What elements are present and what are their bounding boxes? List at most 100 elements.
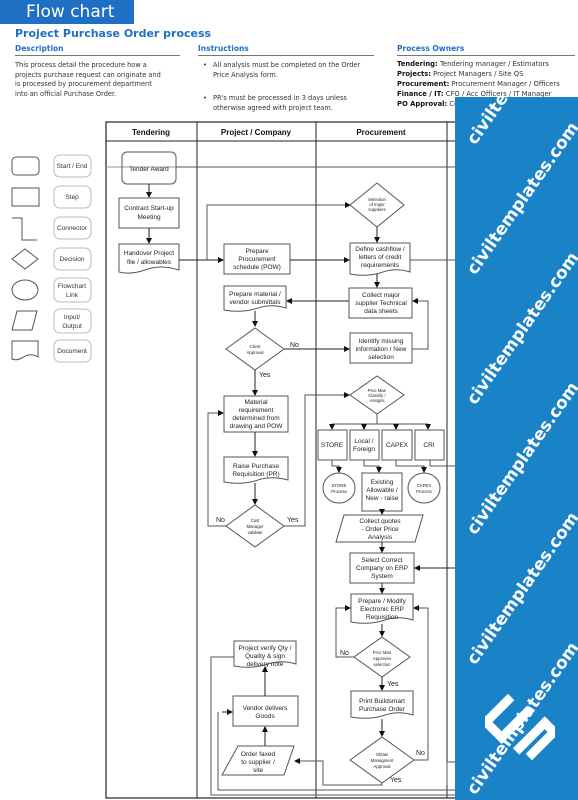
civiltemplates-logo-icon (485, 693, 555, 761)
node-label: Assigns (369, 398, 384, 403)
node-label: - Order Price (361, 526, 399, 533)
node-label: Analysis (368, 534, 393, 541)
node-label: schedule (POW) (233, 264, 281, 271)
node-label: Obtain (376, 752, 389, 757)
node-label: validate (248, 530, 263, 535)
node-label: letters of credit (359, 254, 402, 261)
node-label: Approves (373, 656, 391, 661)
node-label: CRI (423, 442, 434, 449)
legend-label: Flowchart (58, 283, 86, 290)
node-label: Tender Award (129, 166, 169, 173)
node-label: Quality & sign (245, 653, 285, 660)
node-label: Project verify Qty / (238, 645, 291, 652)
node-label: Collect quotes (359, 518, 401, 525)
node-contract-startup (118, 197, 180, 229)
node-label: selection (374, 662, 392, 667)
node-label: Goods (255, 713, 275, 720)
node-label: Existing (371, 479, 394, 486)
node-label: Print Buildsmart (359, 698, 405, 705)
node-label: site (253, 767, 264, 774)
node-label: System (371, 573, 393, 580)
node-label: requirement (239, 407, 274, 414)
legend-step-shape (11, 187, 40, 207)
node-label: Managment (371, 758, 394, 763)
node-label: supplier Technical (355, 300, 407, 307)
node-label: Process (331, 489, 347, 494)
lane-header-tendering: Tendering (132, 128, 170, 137)
lane-header-project: Project / Company (221, 128, 292, 137)
node-label: Order faxed (241, 751, 276, 758)
node-label: selection (368, 354, 394, 361)
legend-connector-shape (12, 217, 37, 241)
node-label: Approval (247, 350, 264, 355)
node-label: requirements (361, 262, 400, 269)
node-label: Prepare (245, 248, 269, 255)
legend-label: Start / End (57, 163, 88, 170)
node-label: Local / (354, 438, 373, 445)
node-label: determined from (232, 415, 279, 422)
node-label: information / New (356, 346, 407, 353)
legend-input-output-shape (11, 310, 38, 331)
edge-label-no: No (216, 517, 225, 524)
legend-document-shape (11, 340, 39, 361)
lane-header-procurement: Procurement (356, 128, 406, 137)
node-label: Identify missing (359, 338, 404, 345)
legend-label: Connector (57, 225, 88, 232)
node-label: vendor submittals (230, 299, 282, 306)
node-label: Approval (374, 764, 391, 769)
node-label: Prepare material / (229, 291, 281, 298)
node-label: Define cashflow / (355, 246, 405, 253)
node-label: Procurement (238, 256, 275, 263)
legend-label: Step (65, 194, 79, 201)
node-label: Requisition (366, 614, 399, 621)
node-label: Material (244, 399, 268, 406)
node-label: Manager (247, 524, 265, 529)
node-label: Requisition (PR) (232, 471, 279, 478)
node-label: Purchase Order (359, 706, 406, 713)
legend-decision-shape (11, 248, 39, 270)
node-label: Handover Project (124, 250, 174, 257)
legend-label: Document (57, 348, 87, 355)
edge-label-no: No (340, 650, 349, 657)
node-label: STORE (332, 483, 347, 488)
edge-label-no: No (290, 342, 299, 349)
node-label: Collect major (362, 292, 401, 299)
legend-start-end-shape (11, 156, 40, 176)
edge-label-yes: Yes (387, 681, 399, 688)
node-capex-process (407, 472, 441, 504)
node-label: file / allowables (127, 259, 172, 266)
legend-label: Link (66, 292, 79, 299)
node-label: Client (250, 344, 262, 349)
node-label: Prepare / Modify (358, 598, 406, 605)
node-label: CAPEX (386, 442, 409, 449)
node-label: Process (416, 489, 432, 494)
node-client-approval (225, 327, 285, 371)
node-label: Proc Man (373, 650, 392, 655)
node-label: Vendor delivers (243, 705, 289, 712)
edge-label-yes: Yes (287, 517, 299, 524)
legend-label: Decision (60, 256, 85, 263)
node-local-foreign (349, 429, 380, 461)
node-label: Raise Purchase (233, 463, 279, 470)
node-label: to supplier / (241, 759, 275, 766)
edge-label-no: No (416, 750, 425, 757)
node-label: Select Correct (361, 557, 402, 564)
node-label: New - raise (366, 495, 399, 502)
node-label: Electronic ERP (360, 606, 404, 613)
node-label: Company on ERP (356, 565, 408, 572)
legend-flowchart-link-shape (11, 279, 39, 301)
node-label: delivery note (247, 661, 284, 668)
node-label: data sheets (364, 308, 398, 315)
node-label: suppliers (368, 207, 385, 212)
legend-label: Input/ (64, 314, 80, 321)
node-label: Allowable / (366, 487, 398, 494)
node-label: Contract Start-up (124, 205, 174, 212)
node-label: drawing and POW (230, 423, 284, 430)
node-label: STORE (321, 442, 344, 449)
edge-label-yes: Yes (259, 372, 271, 379)
legend-label: Output (62, 323, 82, 330)
node-label: Foreign (353, 446, 375, 453)
node-label: CAPEX (417, 483, 432, 488)
node-label: Meeting (137, 214, 161, 221)
node-store-process (322, 472, 356, 504)
